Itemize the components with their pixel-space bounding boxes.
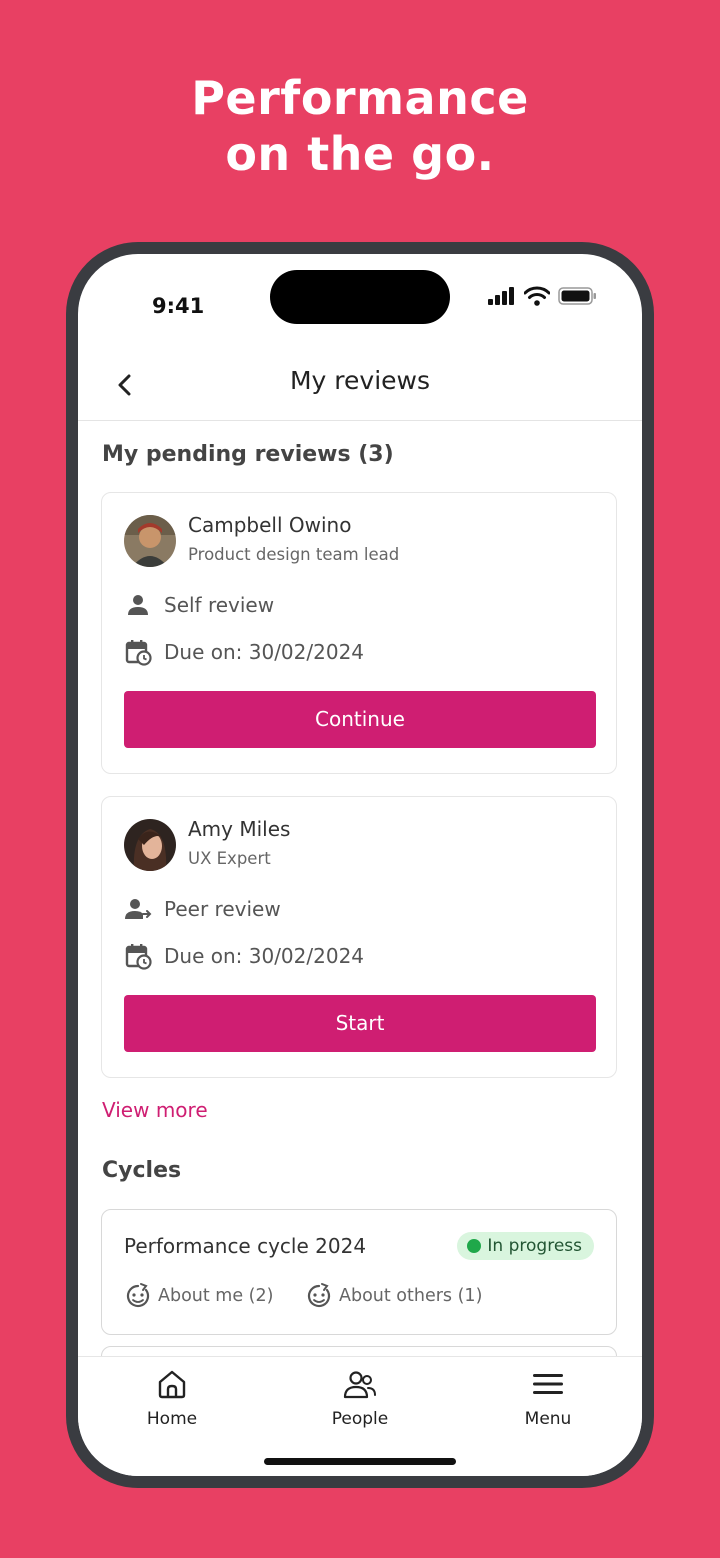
- calendar-clock-icon: [125, 640, 152, 666]
- status-dot-icon: [467, 1239, 482, 1253]
- pending-reviews-heading: My pending reviews (3): [102, 442, 394, 467]
- reviewee-name: Campbell Owino: [188, 513, 352, 537]
- battery-icon: [558, 287, 596, 305]
- avatar: [124, 819, 176, 871]
- start-button[interactable]: Start: [124, 995, 596, 1052]
- nav-bar: My reviews: [78, 354, 642, 421]
- reviewee-role: UX Expert: [188, 849, 271, 868]
- cycles-heading: Cycles: [102, 1158, 182, 1183]
- dynamic-island: [270, 270, 450, 324]
- signal-icon: [488, 287, 514, 305]
- review-card: Campbell Owino Product design team lead …: [101, 492, 617, 774]
- review-card: Amy Miles UX Expert Peer review Due on: …: [101, 796, 617, 1078]
- review-type-row: Self review: [124, 591, 274, 619]
- due-date: Due on: 30/02/2024: [164, 640, 365, 664]
- status-icons: [488, 286, 598, 306]
- person-icon: [128, 595, 148, 615]
- phone-screen: 9:41 My reviews My pending reviews (3) C…: [78, 254, 642, 1476]
- people-icon: [343, 1371, 376, 1399]
- about-others-count: About others (1): [305, 1282, 482, 1310]
- reviewee-name: Amy Miles: [188, 817, 291, 841]
- about-me-count: About me (2): [124, 1282, 273, 1310]
- continue-button[interactable]: Continue: [124, 691, 596, 748]
- wifi-icon: [524, 286, 550, 306]
- cycle-title: Performance cycle 2024: [124, 1234, 367, 1258]
- status-label: In progress: [487, 1236, 582, 1256]
- tab-home[interactable]: Home: [102, 1367, 242, 1429]
- headline-line-1: Performance: [191, 71, 529, 125]
- home-icon: [158, 1370, 186, 1399]
- calendar-clock-icon: [125, 944, 152, 970]
- page-title: My reviews: [289, 366, 430, 395]
- home-indicator: [264, 1458, 456, 1465]
- menu-icon: [533, 1374, 563, 1394]
- view-more-link[interactable]: View more: [102, 1098, 208, 1122]
- tab-menu-label: Menu: [524, 1409, 572, 1429]
- review-type: Self review: [164, 593, 275, 617]
- face-refresh-icon: [126, 1283, 150, 1308]
- reviewee-role: Product design team lead: [188, 545, 400, 564]
- headline-line-2: on the go.: [225, 127, 495, 181]
- review-type: Peer review: [164, 897, 281, 921]
- status-badge: In progress: [457, 1232, 594, 1260]
- tab-home-label: Home: [146, 1409, 198, 1429]
- headline: Performance on the go.: [0, 70, 720, 182]
- face-refresh-icon: [307, 1283, 331, 1308]
- person-arrow-icon: [125, 899, 152, 919]
- due-date: Due on: 30/02/2024: [164, 944, 365, 968]
- due-date-row: Due on: 30/02/2024: [124, 638, 364, 666]
- tab-people-label: People: [331, 1409, 389, 1429]
- about-others-label: About others (1): [339, 1286, 483, 1306]
- avatar: [124, 515, 176, 567]
- review-type-row: Peer review: [124, 895, 281, 923]
- about-me-label: About me (2): [158, 1286, 274, 1306]
- due-date-row: Due on: 30/02/2024: [124, 942, 364, 970]
- tab-menu[interactable]: Menu: [478, 1367, 618, 1429]
- phone-frame: 9:41 My reviews My pending reviews (3) C…: [66, 242, 654, 1488]
- tab-people[interactable]: People: [290, 1367, 430, 1429]
- cycle-card[interactable]: Performance cycle 2024 In progress About…: [101, 1209, 617, 1335]
- status-time: 9:41: [152, 294, 205, 318]
